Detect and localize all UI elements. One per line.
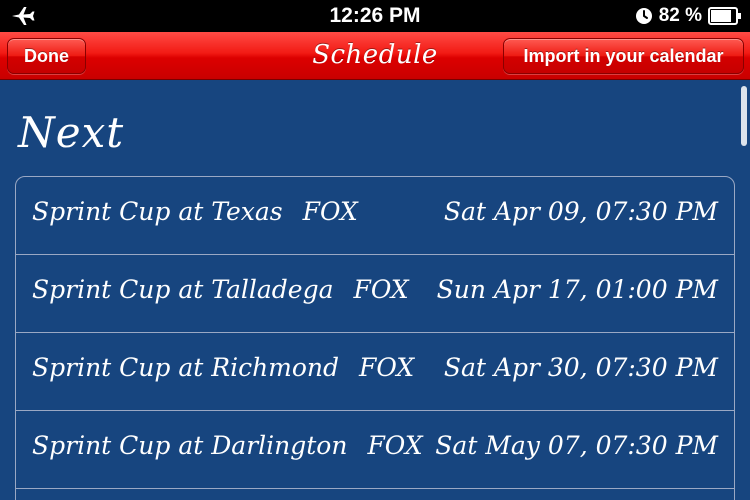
table-row[interactable]: Sprint Cup at Texas FOX Sat Apr 09, 07:30… <box>16 177 734 255</box>
race-name: Sprint Cup at Darlington <box>32 431 348 460</box>
race-name: Sprint Cup at Texas <box>32 197 283 226</box>
status-bar: 12:26 PM 82 % <box>0 0 750 32</box>
status-right: 82 % <box>635 4 742 28</box>
race-title: Sprint Cup at Talladega FOX <box>32 275 409 304</box>
orientation-lock-icon <box>635 8 652 24</box>
race-channel: FOX <box>367 431 423 460</box>
race-date: Sat Apr 30, 07:30 PM <box>443 353 718 382</box>
table-row[interactable]: Sprint Cup at Darlington FOX Sat May 07, … <box>16 411 734 489</box>
race-date: Sun Apr 17, 01:00 PM <box>436 275 718 304</box>
race-date: Sat Apr 09, 07:30 PM <box>443 197 718 226</box>
race-date: Sat May 07, 07:30 PM <box>435 431 718 460</box>
race-title: Sprint Cup at Texas FOX <box>32 197 358 226</box>
race-channel: FOX <box>302 197 358 226</box>
race-channel: FOX <box>353 275 409 304</box>
scroll-indicator[interactable] <box>741 86 747 146</box>
race-name: Sprint Cup at Talladega <box>32 275 334 304</box>
navigation-bar: Done Schedule Import in your calendar <box>0 32 750 80</box>
battery-percentage: 82 % <box>658 5 702 26</box>
table-row[interactable]: Sprint Cup at Richmond FOX Sat Apr 30, 07… <box>16 333 734 411</box>
race-title: Sprint Cup at Darlington FOX <box>32 431 423 460</box>
race-title: Sprint Cup at Richmond FOX <box>32 353 414 382</box>
race-name: Sprint Cup at Richmond <box>32 353 340 382</box>
section-title: Next <box>18 108 125 157</box>
battery-icon <box>708 7 741 25</box>
import-calendar-button[interactable]: Import in your calendar <box>503 38 744 74</box>
race-channel: FOX <box>359 353 415 382</box>
table-row[interactable]: Sprint Cup at Talladega FOX Sun Apr 17, 0… <box>16 255 734 333</box>
schedule-table: Sprint Cup at Texas FOX Sat Apr 09, 07:30… <box>15 176 735 500</box>
